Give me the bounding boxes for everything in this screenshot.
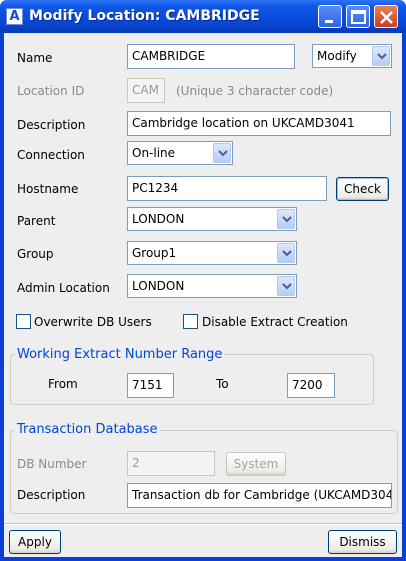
mode-select-arrow[interactable]	[372, 46, 390, 66]
minimize-icon	[325, 20, 333, 23]
connection-select-arrow[interactable]	[213, 143, 231, 163]
connection-label: Connection	[17, 148, 85, 162]
app-icon: A	[6, 8, 23, 25]
transaction-database-title: Transaction Database	[15, 422, 160, 437]
to-field[interactable]: 7200	[287, 373, 335, 398]
mode-select-value: Modify	[317, 49, 357, 63]
admin-location-select-value: LONDON	[132, 279, 185, 293]
transaction-description-label: Description	[17, 488, 86, 502]
close-icon	[380, 11, 393, 24]
chevron-down-icon	[218, 150, 228, 157]
maximize-icon	[351, 10, 366, 24]
db-number-label: DB Number	[17, 457, 87, 471]
minimize-button[interactable]	[318, 5, 342, 28]
window-title: Modify Location: CAMBRIDGE	[29, 8, 260, 24]
system-button: System	[226, 452, 286, 476]
chevron-down-icon	[282, 283, 292, 290]
connection-select[interactable]: On-line	[127, 141, 233, 165]
to-label: To	[216, 377, 229, 391]
parent-select[interactable]: LONDON	[127, 207, 297, 231]
connection-select-value: On-line	[132, 146, 176, 160]
apply-button[interactable]: Apply	[9, 530, 61, 554]
parent-select-arrow[interactable]	[277, 209, 295, 229]
disable-extract-creation-label: Disable Extract Creation	[202, 315, 348, 329]
close-button[interactable]	[374, 5, 398, 28]
group-select-arrow[interactable]	[277, 243, 295, 263]
overwrite-db-users-label: Overwrite DB Users	[34, 315, 152, 329]
group-select-value: Group1	[132, 246, 177, 260]
description-label: Description	[17, 118, 86, 132]
from-label: From	[48, 377, 78, 391]
from-field[interactable]: 7151	[127, 373, 174, 398]
chevron-down-icon	[377, 53, 387, 60]
location-id-field: CAM	[127, 78, 165, 103]
db-number-field: 2	[127, 451, 215, 476]
location-id-label: Location ID	[17, 84, 85, 98]
check-button[interactable]: Check	[336, 177, 389, 201]
overwrite-db-users-checkbox[interactable]	[16, 314, 31, 329]
mode-select[interactable]: Modify	[312, 44, 392, 68]
footer-divider	[4, 523, 402, 525]
admin-location-select-arrow[interactable]	[277, 276, 295, 296]
transaction-description-field[interactable]: Transaction db for Cambridge (UKCAMD3041…	[127, 483, 392, 508]
extract-range-title: Working Extract Number Range	[15, 347, 225, 362]
dismiss-button[interactable]: Dismiss	[328, 530, 397, 554]
parent-select-value: LONDON	[132, 212, 185, 226]
modify-location-window: A Modify Location: CAMBRIDGE Name CAMBRI…	[0, 0, 406, 561]
group-select[interactable]: Group1	[127, 241, 297, 265]
description-field[interactable]: Cambridge location on UKCAMD3041	[127, 111, 391, 136]
parent-label: Parent	[17, 214, 56, 228]
hostname-label: Hostname	[17, 182, 79, 196]
title-bar[interactable]: A Modify Location: CAMBRIDGE	[0, 0, 406, 33]
admin-location-label: Admin Location	[17, 281, 110, 295]
chevron-down-icon	[282, 216, 292, 223]
name-label: Name	[17, 51, 53, 65]
group-label: Group	[17, 247, 54, 261]
dialog-body: Name CAMBRIDGE Modify Location ID CAM (U…	[4, 33, 402, 557]
admin-location-select[interactable]: LONDON	[127, 274, 297, 298]
maximize-button[interactable]	[346, 5, 370, 28]
chevron-down-icon	[282, 250, 292, 257]
name-field[interactable]: CAMBRIDGE	[127, 44, 295, 69]
hostname-field[interactable]: PC1234	[127, 176, 327, 201]
disable-extract-creation-checkbox[interactable]	[183, 314, 198, 329]
location-id-hint: (Unique 3 character code)	[176, 84, 334, 98]
